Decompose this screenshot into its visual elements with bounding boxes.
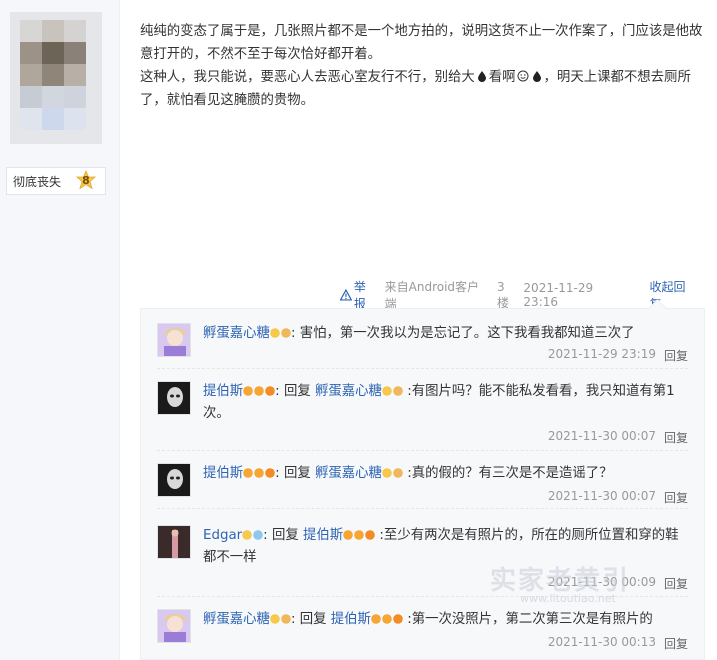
drop-icon <box>477 71 486 82</box>
reply-item: 提伯斯: 回复 孵蛋嘉心糖 :有图片吗？能不能私发看看，我只知道有第1次。 20… <box>157 381 688 451</box>
reply-button[interactable]: 回复 <box>664 489 688 506</box>
post-time: 2021-11-29 23:16 <box>523 281 594 309</box>
reply-time: 2021-11-30 00:13 <box>547 635 656 649</box>
report-label[interactable]: 举报 <box>354 278 378 312</box>
reply-username[interactable]: 提伯斯 <box>203 384 243 399</box>
reply-prefix: : 回复 <box>263 528 303 543</box>
reply-time: 2021-11-30 00:07 <box>547 489 656 503</box>
reply-prefix: : 回复 <box>290 612 331 627</box>
reply-to-username[interactable]: 孵蛋嘉心糖 <box>315 384 382 399</box>
reply-username[interactable]: Edgar <box>203 528 242 543</box>
reply-meta: 2021-11-30 00:07 回复 <box>548 489 688 506</box>
post-paragraph-2: 这种人，我只能说，要恶心人去恶心室友行不行，别给大 看啊 ，明天上课都不想去厕所了，… <box>140 66 705 112</box>
warning-icon <box>340 289 352 301</box>
author-column: 彻底丧失 8 <box>0 0 120 660</box>
reply-meta: 2021-11-30 00:07 回复 <box>548 429 688 446</box>
report-link[interactable]: 举报 <box>340 278 378 312</box>
author-avatar[interactable] <box>10 12 102 144</box>
fan-badge-icons <box>242 529 264 541</box>
fan-badge-icons <box>269 613 291 625</box>
reply-avatar[interactable] <box>157 323 191 357</box>
post-paragraph-1: 纯纯的变态了属于是，几张照片都不是一个地方拍的，说明这货不止一次作案了，门应该是… <box>140 24 703 62</box>
reply-meta: 2021-11-29 23:19 回复 <box>548 347 688 364</box>
level-number: 8 <box>82 174 90 187</box>
reply-item: 提伯斯 : 回复 孵蛋嘉心糖 :真的假的？有三次是不是造谣了？ 2021-11-3… <box>157 463 688 509</box>
reply-prefix: : 回复 <box>275 384 315 399</box>
reply-avatar[interactable] <box>157 463 191 497</box>
flame-badge-icons <box>243 385 276 397</box>
post-paragraph-2b: 看啊 <box>488 70 516 85</box>
reply-text: 孵蛋嘉心糖 : 害怕，第一次我以为是忘记了。这下我看我都知道三次了 <box>203 323 688 345</box>
reply-text: 提伯斯: 回复 孵蛋嘉心糖 :有图片吗？能不能私发看看，我只知道有第1次。 <box>203 381 688 425</box>
fan-badge-icons <box>269 327 291 339</box>
post-meta-bar: 举报 来自Android客户端 3楼 2021-11-29 23:16 收起回复 <box>340 280 697 311</box>
level-badge-icon: 8 <box>75 169 97 192</box>
reply-username[interactable]: 提伯斯 <box>203 466 243 481</box>
post-floor: 3楼 <box>496 279 509 310</box>
reply-avatar[interactable] <box>157 381 191 415</box>
reply-time: 2021-11-30 00:07 <box>547 429 656 443</box>
reply-item: 孵蛋嘉心糖 : 回复 提伯斯 :第一次没照片，第二次第三次是有照片的 2021-1… <box>157 609 688 655</box>
reply-avatar[interactable] <box>157 609 191 643</box>
reply-content: :真的假的？有三次是不是造谣了？ <box>402 466 613 481</box>
reply-button[interactable]: 回复 <box>664 347 688 364</box>
reply-text: 孵蛋嘉心糖 : 回复 提伯斯 :第一次没照片，第二次第三次是有照片的 <box>203 609 688 631</box>
reply-prefix: : 回复 <box>275 466 315 481</box>
author-name-box[interactable]: 彻底丧失 8 <box>6 167 106 195</box>
reply-content: :第一次没照片，第二次第三次是有照片的 <box>402 612 653 627</box>
author-name[interactable]: 彻底丧失 <box>13 173 61 190</box>
reply-button[interactable]: 回复 <box>664 429 688 446</box>
reply-username[interactable]: 孵蛋嘉心糖 <box>203 326 270 341</box>
drop-icon <box>532 71 541 82</box>
reply-meta: 2021-11-30 00:13 回复 <box>548 635 688 652</box>
fan-badge-icons <box>381 467 403 479</box>
reply-content: : 害怕，第一次我以为是忘记了。这下我看我都知道三次了 <box>290 326 635 341</box>
flame-badge-icons <box>243 467 276 479</box>
post-body: 纯纯的变态了属于是，几张照片都不是一个地方拍的，说明这货不止一次作案了，门应该是… <box>140 20 705 112</box>
reply-text: 提伯斯 : 回复 孵蛋嘉心糖 :真的假的？有三次是不是造谣了？ <box>203 463 688 485</box>
watermark-url: www.lltoutiao.net <box>520 592 616 605</box>
fan-badge-icons <box>381 385 403 397</box>
reply-time: 2021-11-29 23:19 <box>547 347 656 361</box>
flame-badge-icons <box>370 613 403 625</box>
reply-to-username[interactable]: 提伯斯 <box>303 528 343 543</box>
reply-to-username[interactable]: 提伯斯 <box>331 612 371 627</box>
reply-item: 孵蛋嘉心糖 : 害怕，第一次我以为是忘记了。这下我看我都知道三次了 2021-11… <box>157 323 688 369</box>
reply-button[interactable]: 回复 <box>664 575 688 592</box>
reply-to-username[interactable]: 孵蛋嘉心糖 <box>315 466 382 481</box>
post-source: 来自Android客户端 <box>384 280 480 311</box>
smile-icon <box>517 70 529 82</box>
reply-avatar[interactable] <box>157 525 191 559</box>
flame-badge-icons <box>343 529 376 541</box>
reply-button[interactable]: 回复 <box>664 635 688 652</box>
post-paragraph-2a: 这种人，我只能说，要恶心人去恶心室友行不行，别给大 <box>140 70 475 85</box>
reply-username[interactable]: 孵蛋嘉心糖 <box>203 612 270 627</box>
reply-list: 孵蛋嘉心糖 : 害怕，第一次我以为是忘记了。这下我看我都知道三次了 2021-11… <box>140 308 705 660</box>
